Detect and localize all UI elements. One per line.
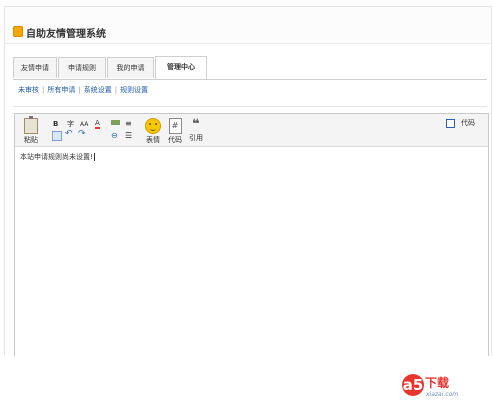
strikethrough-button[interactable]: 字 [67, 120, 74, 129]
paste-button[interactable]: 粘贴 [21, 116, 41, 145]
emoji-button[interactable]: 表情 [143, 118, 163, 145]
code-file-icon: # [168, 118, 182, 134]
watermark-text: 下载 [425, 376, 450, 390]
clipboard-icon [24, 116, 38, 134]
subnav-separator: | [42, 86, 45, 94]
subnav-rule-settings-link[interactable]: 规则设置 [120, 86, 148, 94]
tab-admin-center[interactable]: 管理中心 [155, 56, 207, 79]
text-cursor [93, 153, 95, 161]
undo-icon[interactable]: ↶ [65, 130, 73, 139]
code-mode-toggle[interactable]: 代码 [446, 118, 475, 128]
subnav-separator: | [114, 86, 118, 94]
quote-icon: ❝ [192, 117, 200, 132]
tab-my-applications[interactable]: 我的申请 [107, 57, 154, 78]
rich-text-editor: 粘贴 B 字 AA A ↶ ↷ ≡ ⊖ ☰ 表情 # 代码 ❝ 引用 代码 本站… [14, 113, 489, 356]
code-mode-label: 代码 [461, 119, 475, 127]
smiley-icon [145, 118, 161, 134]
bold-button[interactable]: B [53, 120, 58, 129]
emoji-label: 表情 [146, 136, 160, 144]
paste-label: 粘贴 [24, 136, 38, 144]
editor-toolbar: 粘贴 B 字 AA A ↶ ↷ ≡ ⊖ ☰ 表情 # 代码 ❝ 引用 代码 [15, 114, 488, 147]
quote-button[interactable]: ❝ 引用 [186, 118, 206, 143]
tab-friend-apply[interactable]: 友情申请 [13, 57, 57, 78]
table-icon[interactable] [52, 131, 62, 141]
editor-text: 本站申请规则尚未设置! [20, 153, 93, 161]
watermark-logo-mark: a5 [402, 374, 424, 396]
list-icon[interactable]: ☰ [125, 131, 132, 140]
code-label: 代码 [168, 136, 182, 144]
divider [13, 106, 487, 107]
coin-stack-icon [13, 26, 23, 37]
watermark-logo: a5 下载 xiazai.com [402, 372, 482, 400]
font-size-button[interactable]: AA [80, 120, 88, 129]
link-icon[interactable]: ⊖ [111, 131, 118, 140]
redo-icon[interactable]: ↷ [78, 130, 86, 139]
editor-content[interactable]: 本站申请规则尚未设置! [20, 152, 95, 162]
code-button[interactable]: # 代码 [165, 118, 185, 145]
quote-label: 引用 [189, 134, 203, 142]
subnav-system-settings-link[interactable]: 系统设置 [84, 86, 112, 94]
tab-apply-rules[interactable]: 申请规则 [58, 57, 106, 78]
subnav-all-applications-link[interactable]: 所有申请 [47, 86, 75, 94]
watermark-url: xiazai.com [426, 391, 459, 398]
tab-bar: 友情申请 申请规则 我的申请 管理中心 [13, 55, 487, 80]
align-icon[interactable]: ≡ [125, 119, 132, 128]
highlight-icon[interactable] [111, 120, 120, 125]
subnav-unreviewed-link[interactable]: 未审核 [18, 86, 39, 94]
subnav-separator: | [78, 86, 81, 94]
page-header: 自助友情管理系统 [5, 7, 491, 44]
page-title: 自助友情管理系统 [26, 29, 106, 40]
app-frame: 自助友情管理系统 友情申请 申请规则 我的申请 管理中心 未审核 | 所有申请 | 系统… [4, 6, 492, 356]
subnav: 未审核 | 所有申请 | 系统设置 | 规则设置 [18, 85, 148, 95]
code-mode-checkbox[interactable] [446, 118, 455, 128]
font-color-button[interactable]: A [95, 120, 100, 129]
